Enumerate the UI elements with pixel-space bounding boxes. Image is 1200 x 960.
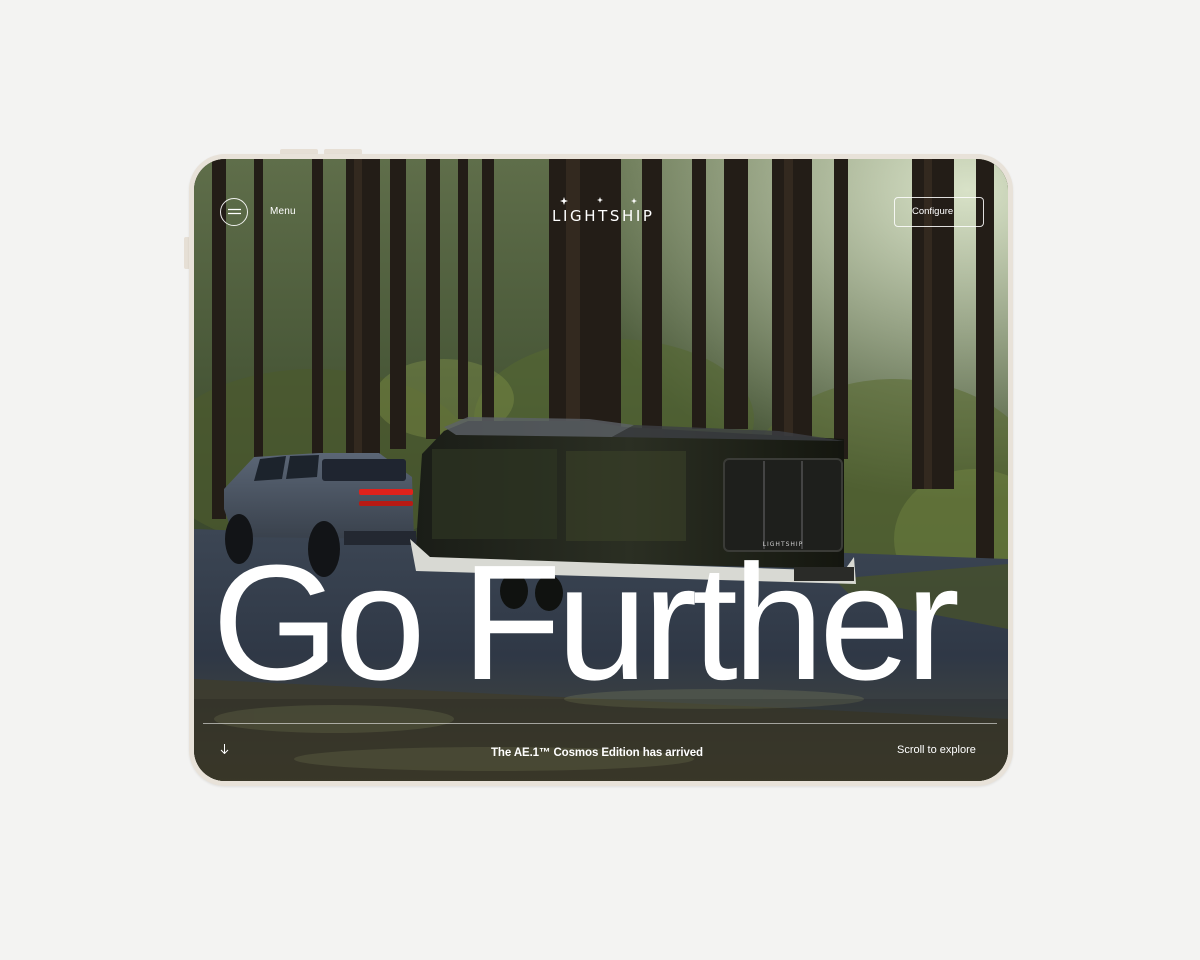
divider — [203, 723, 997, 724]
configure-button[interactable]: Configure — [894, 197, 984, 227]
hamburger-icon — [228, 208, 241, 215]
menu-button[interactable] — [220, 198, 248, 226]
tablet-frame: LIGHTSHIP Menu LIGHTSHIP Configure Go Fu… — [189, 154, 1013, 786]
arrow-down-icon[interactable] — [220, 744, 229, 754]
announcement-link[interactable]: The AE.1™ Cosmos Edition has arrived — [491, 747, 703, 759]
hero-headline: Go Further — [212, 531, 960, 714]
scroll-hint: Scroll to explore — [897, 744, 976, 756]
menu-label[interactable]: Menu — [270, 206, 296, 217]
brand-wordmark: LIGHTSHIP — [552, 207, 655, 225]
brand-logo[interactable]: LIGHTSHIP — [552, 197, 652, 227]
tablet-screen: LIGHTSHIP Menu LIGHTSHIP Configure Go Fu… — [194, 159, 1008, 781]
